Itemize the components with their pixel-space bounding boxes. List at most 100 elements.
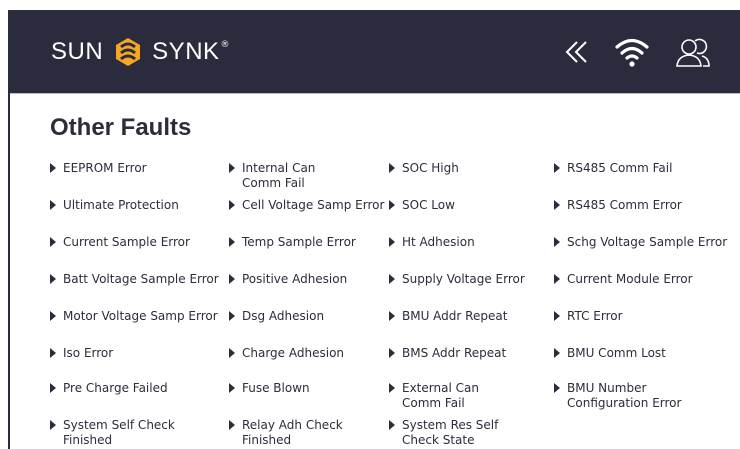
bullet-arrow-icon [229, 237, 235, 247]
bullet-arrow-icon [50, 237, 56, 247]
sunsynk-logo: SUN SYNK ® [51, 34, 230, 70]
bullet-arrow-icon [554, 163, 560, 173]
fault-label: BMS Addr Repeat [402, 346, 507, 360]
fault-label: Dsg Adhesion [242, 309, 325, 323]
wifi-icon[interactable] [614, 36, 650, 68]
bullet-arrow-icon [554, 200, 560, 210]
fault-item: Cell Voltage Samp Error [229, 198, 384, 213]
fault-label: Positive Adhesion [242, 272, 348, 286]
fault-item: Relay Adh Check Finished [229, 418, 343, 448]
bullet-arrow-icon [50, 200, 56, 210]
fault-label: System Res Self Check State [402, 418, 499, 447]
fault-label: RS485 Comm Fail [567, 161, 673, 175]
fault-item: Temp Sample Error [229, 235, 356, 250]
fault-item: Charge Adhesion [229, 346, 344, 361]
bullet-arrow-icon [389, 348, 395, 358]
fault-label: Fuse Blown [242, 381, 310, 395]
fault-item: Schg Voltage Sample Error [554, 235, 727, 250]
fault-item: RTC Error [554, 309, 623, 324]
fault-label: RS485 Comm Error [567, 198, 682, 212]
fault-label: SOC Low [402, 198, 455, 212]
bullet-arrow-icon [229, 348, 235, 358]
fault-item: External Can Comm Fail [389, 381, 479, 411]
fault-item: Internal Can Comm Fail [229, 161, 315, 191]
logo-text-synk: SYNK [152, 38, 220, 65]
fault-item: Iso Error [50, 346, 113, 361]
fault-label: Current Sample Error [63, 235, 190, 249]
fault-item: BMU Number Configuration Error [554, 381, 681, 411]
bullet-arrow-icon [389, 420, 395, 430]
fault-item: SOC Low [389, 198, 455, 213]
fault-label: Pre Charge Failed [63, 381, 168, 395]
fault-item: System Res Self Check State [389, 418, 498, 448]
bullet-arrow-icon [389, 237, 395, 247]
fault-label: Iso Error [63, 346, 114, 360]
fault-label: Batt Voltage Sample Error [63, 272, 219, 286]
sun-logo-icon [116, 38, 141, 66]
fault-label: Ultimate Protection [63, 198, 179, 212]
fault-item: Motor Voltage Samp Error [50, 309, 218, 324]
page-title: Other Faults [50, 114, 192, 141]
fault-item: Current Sample Error [50, 235, 190, 250]
fault-label: BMU Addr Repeat [402, 309, 508, 323]
fault-item: Ultimate Protection [50, 198, 179, 213]
fault-item: RS485 Comm Fail [554, 161, 672, 176]
fault-item: BMU Addr Repeat [389, 309, 507, 324]
bullet-arrow-icon [229, 383, 235, 393]
fault-label: RTC Error [567, 309, 623, 323]
fault-label: SOC High [402, 161, 459, 175]
fault-label: Relay Adh Check Finished [242, 418, 343, 447]
bullet-arrow-icon [389, 163, 395, 173]
header-bar: SUN SYNK ® [10, 10, 740, 94]
fault-label: Cell Voltage Samp Error [242, 198, 385, 212]
fault-label: Ht Adhesion [402, 235, 475, 249]
fault-item: SOC High [389, 161, 459, 176]
fault-label: Schg Voltage Sample Error [567, 235, 728, 249]
back-chevrons-icon[interactable] [560, 36, 592, 68]
fault-item: Ht Adhesion [389, 235, 475, 250]
fault-label: System Self Check Finished [63, 418, 175, 447]
users-icon[interactable] [674, 36, 712, 68]
fault-label: Supply Voltage Error [402, 272, 525, 286]
fault-item: EEPROM Error [50, 161, 147, 176]
fault-item: System Self Check Finished [50, 418, 175, 448]
fault-item: BMU Comm Lost [554, 346, 666, 361]
bullet-arrow-icon [389, 383, 395, 393]
bullet-arrow-icon [229, 163, 235, 173]
fault-label: EEPROM Error [63, 161, 147, 175]
bullet-arrow-icon [50, 348, 56, 358]
fault-label: BMU Comm Lost [567, 346, 666, 360]
bullet-arrow-icon [229, 200, 235, 210]
bullet-arrow-icon [554, 311, 560, 321]
fault-label: External Can Comm Fail [402, 381, 479, 410]
bullet-arrow-icon [554, 274, 560, 284]
bullet-arrow-icon [50, 274, 56, 284]
fault-label: BMU Number Configuration Error [567, 381, 682, 410]
fault-item: BMS Addr Repeat [389, 346, 506, 361]
registered-mark: ® [220, 40, 230, 50]
bullet-arrow-icon [229, 311, 235, 321]
bullet-arrow-icon [229, 274, 235, 284]
fault-item: RS485 Comm Error [554, 198, 682, 213]
logo-text-sun: SUN [51, 38, 104, 65]
fault-item: Supply Voltage Error [389, 272, 525, 287]
fault-label: Temp Sample Error [242, 235, 356, 249]
fault-label: Internal Can Comm Fail [242, 161, 316, 190]
bullet-arrow-icon [229, 420, 235, 430]
fault-label: Current Module Error [567, 272, 693, 286]
fault-label: Motor Voltage Samp Error [63, 309, 218, 323]
bullet-arrow-icon [50, 420, 56, 430]
fault-item: Dsg Adhesion [229, 309, 324, 324]
fault-item: Positive Adhesion [229, 272, 347, 287]
fault-label: Charge Adhesion [242, 346, 345, 360]
fault-item: Pre Charge Failed [50, 381, 168, 396]
bullet-arrow-icon [50, 383, 56, 393]
fault-item: Fuse Blown [229, 381, 310, 396]
bullet-arrow-icon [554, 237, 560, 247]
bullet-arrow-icon [389, 311, 395, 321]
bullet-arrow-icon [50, 311, 56, 321]
bullet-arrow-icon [554, 383, 560, 393]
fault-item: Batt Voltage Sample Error [50, 272, 219, 287]
bullet-arrow-icon [389, 274, 395, 284]
fault-item: Current Module Error [554, 272, 693, 287]
